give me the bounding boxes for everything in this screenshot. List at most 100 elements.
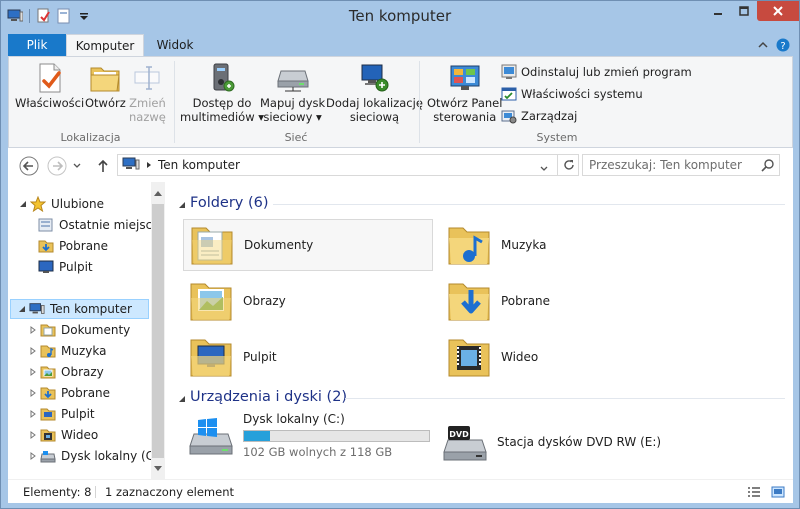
search-icon[interactable] <box>761 158 775 172</box>
tree-item-music[interactable]: Muzyka <box>28 341 106 361</box>
address-dropdown-icon[interactable] <box>540 161 548 175</box>
qat-separator <box>29 9 30 23</box>
search-input[interactable]: Przeszukaj: Ten komputer <box>582 154 780 176</box>
documents-folder-icon <box>40 322 56 338</box>
section-divider <box>273 204 785 205</box>
tree-item-videos[interactable]: Wideo <box>28 425 98 445</box>
new-folder-icon[interactable] <box>56 8 72 24</box>
minimize-icon <box>714 13 722 15</box>
expand-arrow-icon[interactable] <box>28 368 38 376</box>
window-title: Ten komputer <box>348 7 452 25</box>
downloads-folder-icon <box>445 277 493 325</box>
tree-item-this-pc[interactable]: Ten komputer <box>10 299 149 319</box>
forward-button[interactable] <box>46 155 68 177</box>
media-access-button[interactable]: Dostęp do multimediów ▾ <box>180 61 264 124</box>
expand-arrow-icon[interactable] <box>28 389 38 397</box>
computer-icon <box>122 157 140 174</box>
svg-text:?: ? <box>780 41 785 52</box>
map-drive-button[interactable]: Mapuj dysk sieciowy ▾ <box>260 61 325 124</box>
tree-item-downloads[interactable]: Pobrane <box>28 383 110 403</box>
documents-folder-icon <box>188 221 236 269</box>
computer-icon[interactable] <box>7 8 23 24</box>
collapse-arrow-icon[interactable] <box>18 200 28 208</box>
tree-item-pictures[interactable]: Obrazy <box>28 362 104 382</box>
ribbon-tabs: Plik Komputer Widok ? <box>8 32 793 56</box>
help-icon[interactable]: ? <box>776 38 790 52</box>
rename-button[interactable]: Zmień nazwę <box>129 61 166 124</box>
status-separator <box>95 486 96 498</box>
tree-item-local-disk[interactable]: Dysk lokalny (C:) <box>28 446 163 466</box>
disk-usage-fill <box>244 431 270 441</box>
control-panel-icon <box>448 61 482 95</box>
recent-locations-button[interactable] <box>70 155 84 177</box>
tree-item-fav-desktop[interactable]: Pulpit <box>38 257 93 277</box>
tree-item-recent-places[interactable]: Ostatnie miejsca <box>38 215 160 235</box>
refresh-button[interactable] <box>557 154 579 176</box>
close-button[interactable] <box>757 1 799 21</box>
music-folder-icon <box>445 221 493 269</box>
tree-item-desktop[interactable]: Pulpit <box>28 404 95 424</box>
devices-section-header[interactable]: Urządzenia i dyski (2) <box>190 389 347 405</box>
pictures-folder-icon <box>187 277 235 325</box>
add-network-location-button[interactable]: Dodaj lokalizację sieciową <box>326 61 423 124</box>
tab-widok[interactable]: Widok <box>146 34 204 56</box>
expand-arrow-icon[interactable] <box>28 452 38 460</box>
expand-arrow-icon[interactable] <box>28 410 38 418</box>
disk-usage-bar <box>243 430 430 442</box>
device-dvd-drive[interactable]: DVD Stacja dysków DVD RW (E:) <box>441 418 691 466</box>
up-button[interactable] <box>92 155 114 177</box>
map-drive-icon <box>276 61 310 95</box>
device-local-disk-info: Dysk lokalny (C:) 102 GB wolnych z 118 G… <box>243 412 430 459</box>
collapse-arrow-icon[interactable] <box>17 305 27 313</box>
tab-plik[interactable]: Plik <box>8 34 66 56</box>
uninstall-program-button[interactable]: Odinstaluj lub zmień program <box>501 64 692 80</box>
scroll-down-icon[interactable] <box>153 464 163 474</box>
nav-pane-scrollbar[interactable] <box>151 182 165 479</box>
properties-button[interactable]: Właściwości <box>15 61 84 110</box>
tree-item-documents[interactable]: Dokumenty <box>28 320 130 340</box>
breadcrumb-separator-icon[interactable] <box>146 158 152 172</box>
back-button[interactable] <box>18 155 40 177</box>
folder-videos[interactable]: Wideo <box>441 331 691 383</box>
folder-desktop[interactable]: Pulpit <box>183 331 433 383</box>
chevron-up-icon[interactable] <box>756 38 770 52</box>
folders-section-header[interactable]: Foldery (6) <box>190 195 269 211</box>
folder-downloads[interactable]: Pobrane <box>441 275 691 327</box>
forward-arrow-icon <box>47 156 67 176</box>
chevron-down-icon <box>73 163 81 168</box>
minimize-button[interactable] <box>705 1 731 21</box>
device-local-disk[interactable]: Dysk lokalny (C:) 102 GB wolnych z 118 G… <box>187 412 437 460</box>
collapse-section-icon[interactable] <box>177 200 187 210</box>
expand-arrow-icon[interactable] <box>28 431 38 439</box>
up-arrow-icon <box>98 159 108 172</box>
folder-pictures[interactable]: Obrazy <box>183 275 433 327</box>
folder-music[interactable]: Muzyka <box>441 219 691 271</box>
expand-arrow-icon[interactable] <box>28 326 38 334</box>
recent-places-icon <box>38 217 54 233</box>
refresh-icon <box>563 160 574 170</box>
large-icons-view-icon[interactable] <box>770 484 786 500</box>
system-properties-button[interactable]: Właściwości systemu <box>501 86 643 102</box>
details-view-icon[interactable] <box>746 484 762 500</box>
maximize-button[interactable] <box>731 1 757 21</box>
tab-komputer[interactable]: Komputer <box>66 34 144 56</box>
scrollbar-thumb[interactable] <box>152 204 164 458</box>
address-bar[interactable]: Ten komputer <box>117 154 579 176</box>
folder-documents[interactable]: Dokumenty <box>183 219 433 271</box>
status-selected-count: 1 zaznaczony element <box>105 485 234 499</box>
customize-qat-icon[interactable] <box>76 8 92 24</box>
tree-item-fav-downloads[interactable]: Pobrane <box>38 236 108 256</box>
breadcrumb-ten-komputer[interactable]: Ten komputer <box>158 158 240 172</box>
expand-arrow-icon[interactable] <box>28 347 38 355</box>
star-icon <box>30 196 46 212</box>
tree-item-favorites[interactable]: Ulubione <box>18 194 104 214</box>
downloads-folder-icon <box>40 385 56 401</box>
quick-access-toolbar <box>7 7 92 25</box>
manage-button[interactable]: Zarządzaj <box>501 108 577 124</box>
properties-icon[interactable] <box>36 8 52 24</box>
uninstall-icon <box>501 64 517 80</box>
scroll-up-icon[interactable] <box>153 188 163 198</box>
collapse-section-icon[interactable] <box>177 394 187 404</box>
control-panel-button[interactable]: Otwórz Panel sterowania <box>427 61 502 124</box>
open-button[interactable]: Otwórz <box>85 61 126 110</box>
